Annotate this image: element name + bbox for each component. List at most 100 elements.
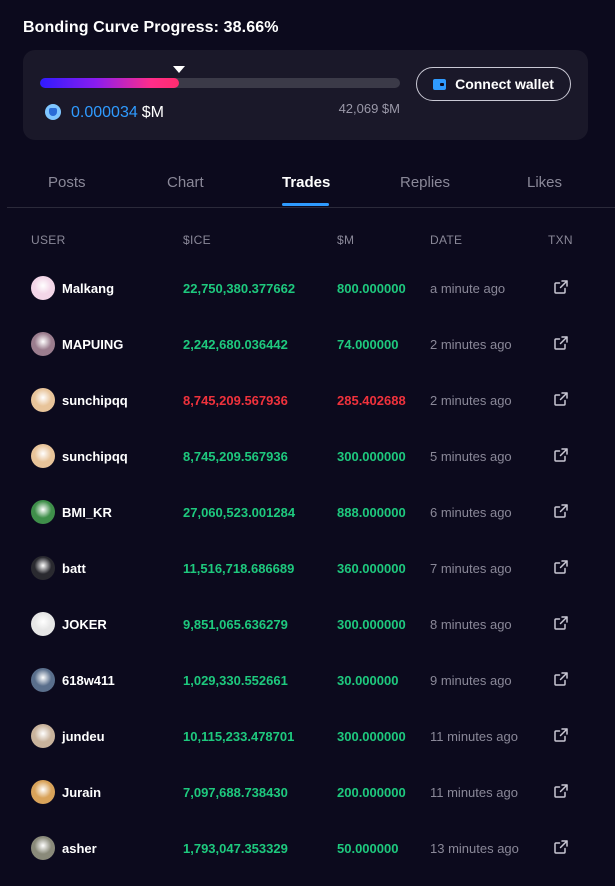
trade-ice-amount: 8,745,209.567936 [183, 393, 288, 408]
tab-bar: Posts Chart Trades Replies Likes [7, 160, 615, 208]
trade-username[interactable]: sunchipqq [62, 393, 128, 408]
bonding-curve-title: Bonding Curve Progress: 38.66% [23, 19, 279, 36]
trade-username[interactable]: BMI_KR [62, 505, 112, 520]
trade-ice-amount: 8,745,209.567936 [183, 449, 288, 464]
external-link-icon[interactable] [553, 671, 569, 687]
trade-m-amount: 30.000000 [337, 673, 399, 688]
trade-m-amount: 200.000000 [337, 785, 406, 800]
trade-username[interactable]: sunchipqq [62, 449, 128, 464]
coin-icon [45, 104, 61, 120]
table-row: BMI_KR 27,060,523.001284 888.000000 6 mi… [0, 484, 615, 540]
external-link-icon[interactable] [553, 615, 569, 631]
avatar[interactable] [31, 724, 55, 748]
trade-date: a minute ago [430, 281, 506, 296]
trade-date: 6 minutes ago [430, 505, 512, 520]
table-row: JOKER 9,851,065.636279 300.000000 8 minu… [0, 596, 615, 652]
external-link-icon[interactable] [553, 503, 569, 519]
trade-ice-amount: 1,029,330.552661 [183, 673, 288, 688]
trade-m-amount: 300.000000 [337, 617, 406, 632]
tab-trades[interactable]: Trades [282, 174, 330, 191]
avatar[interactable] [31, 388, 55, 412]
trade-date: 2 minutes ago [430, 337, 512, 352]
table-row: Jurain 7,097,688.738430 200.000000 11 mi… [0, 764, 615, 820]
progress-marker-icon [173, 66, 186, 73]
trade-username[interactable]: Jurain [62, 785, 101, 800]
external-link-icon[interactable] [553, 335, 569, 351]
avatar[interactable] [31, 500, 55, 524]
trade-ice-amount: 9,851,065.636279 [183, 617, 288, 632]
trade-m-amount: 800.000000 [337, 281, 406, 296]
current-value-unit: $M [141, 104, 164, 121]
max-value: 42,069 $M [338, 101, 400, 116]
trade-date: 9 minutes ago [430, 673, 512, 688]
tab-replies[interactable]: Replies [400, 174, 450, 191]
current-value: 0.000034 $M [71, 104, 164, 122]
table-row: batt 11,516,718.686689 360.000000 7 minu… [0, 540, 615, 596]
tab-chart[interactable]: Chart [167, 174, 204, 191]
avatar[interactable] [31, 668, 55, 692]
header-ice: $ICE [183, 233, 211, 247]
avatar[interactable] [31, 556, 55, 580]
external-link-icon[interactable] [553, 391, 569, 407]
trade-date: 8 minutes ago [430, 617, 512, 632]
trade-date: 11 minutes ago [430, 729, 518, 744]
trade-username[interactable]: 618w411 [62, 673, 115, 688]
trade-m-amount: 50.000000 [337, 841, 399, 856]
table-row: sunchipqq 8,745,209.567936 285.402688 2 … [0, 372, 615, 428]
table-row: jundeu 10,115,233.478701 300.000000 11 m… [0, 708, 615, 764]
external-link-icon[interactable] [553, 783, 569, 799]
trade-m-amount: 300.000000 [337, 449, 406, 464]
trade-m-amount: 300.000000 [337, 729, 406, 744]
trade-ice-amount: 27,060,523.001284 [183, 505, 296, 520]
header-m: $M [337, 233, 355, 247]
header-txn: TXN [548, 233, 573, 247]
avatar[interactable] [31, 836, 55, 860]
trade-date: 2 minutes ago [430, 393, 512, 408]
trade-ice-amount: 22,750,380.377662 [183, 281, 296, 296]
table-row: 618w411 1,029,330.552661 30.000000 9 min… [0, 652, 615, 708]
trade-username[interactable]: asher [62, 841, 97, 856]
trade-username[interactable]: MAPUING [62, 337, 123, 352]
trades-panel: Bonding Curve Progress: 38.66% 0.000034 $… [0, 0, 615, 886]
trade-ice-amount: 2,242,680.036442 [183, 337, 288, 352]
trade-ice-amount: 10,115,233.478701 [183, 729, 295, 744]
trade-m-amount: 888.000000 [337, 505, 406, 520]
tab-likes[interactable]: Likes [527, 174, 562, 191]
trade-date: 5 minutes ago [430, 449, 512, 464]
header-date: DATE [430, 233, 463, 247]
table-row: asher 1,793,047.353329 50.000000 13 minu… [0, 820, 615, 876]
trade-date: 13 minutes ago [430, 841, 519, 856]
connect-wallet-label: Connect wallet [455, 76, 554, 92]
connect-wallet-button[interactable]: Connect wallet [416, 67, 571, 101]
avatar[interactable] [31, 612, 55, 636]
table-header: USER $ICE $M DATE TXN [0, 233, 615, 247]
bonding-curve-progress-bar [40, 78, 400, 88]
avatar[interactable] [31, 444, 55, 468]
external-link-icon[interactable] [553, 559, 569, 575]
avatar[interactable] [31, 276, 55, 300]
external-link-icon[interactable] [553, 727, 569, 743]
trade-date: 7 minutes ago [430, 561, 512, 576]
external-link-icon[interactable] [553, 279, 569, 295]
bonding-curve-card: 0.000034 $M 42,069 $M Connect wallet [23, 50, 588, 140]
table-row: Malkang 22,750,380.377662 800.000000 a m… [0, 260, 615, 316]
trades-table-body: Malkang 22,750,380.377662 800.000000 a m… [0, 260, 615, 876]
trade-username[interactable]: Malkang [62, 281, 114, 296]
table-row: MAPUING 2,242,680.036442 74.000000 2 min… [0, 316, 615, 372]
trade-username[interactable]: JOKER [62, 617, 107, 632]
avatar[interactable] [31, 332, 55, 356]
wallet-icon [433, 78, 447, 90]
external-link-icon[interactable] [553, 839, 569, 855]
tab-posts[interactable]: Posts [48, 174, 86, 191]
trade-ice-amount: 7,097,688.738430 [183, 785, 288, 800]
trade-m-amount: 74.000000 [337, 337, 399, 352]
trade-username[interactable]: batt [62, 561, 86, 576]
trade-date: 11 minutes ago [430, 785, 518, 800]
header-user: USER [31, 233, 66, 247]
trade-username[interactable]: jundeu [62, 729, 105, 744]
external-link-icon[interactable] [553, 447, 569, 463]
trade-m-amount: 285.402688 [337, 393, 406, 408]
trade-ice-amount: 1,793,047.353329 [183, 841, 288, 856]
current-value-number: 0.000034 [71, 104, 138, 121]
avatar[interactable] [31, 780, 55, 804]
